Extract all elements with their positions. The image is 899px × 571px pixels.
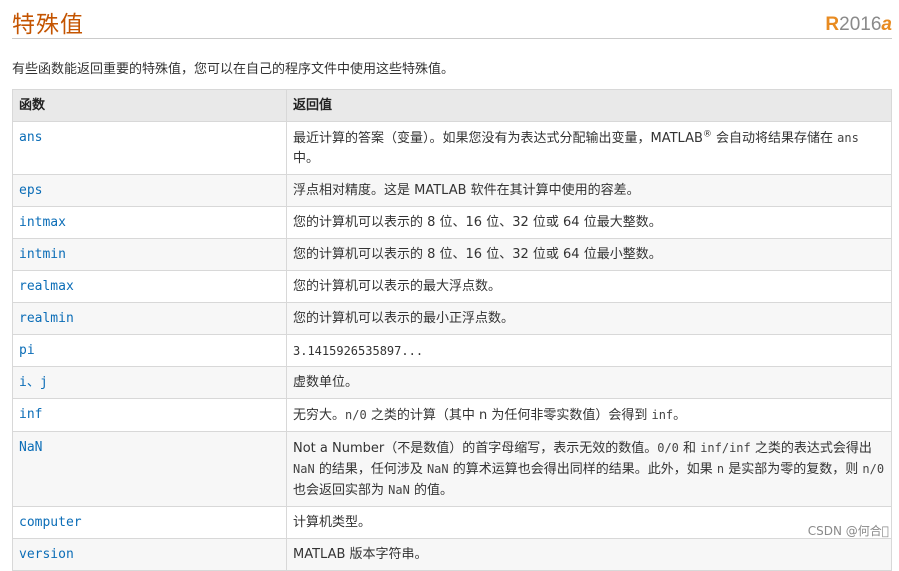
return-value: 最近计算的答案（变量）。如果您没有为表达式分配输出变量，MATLAB® 会自动将… — [286, 121, 892, 175]
return-value: 您的计算机可以表示的最小正浮点数。 — [286, 302, 892, 335]
table-row: computer 计算机类型。 — [12, 506, 892, 539]
return-value: Not a Number（不是数值）的首字母缩写，表示无效的数值。0/0 和 i… — [286, 431, 892, 507]
page-title: 特殊值 — [12, 12, 84, 38]
return-value: 虚数单位。 — [286, 366, 892, 399]
return-value: 您的计算机可以表示的 8 位、16 位、32 位或 64 位最小整数。 — [286, 238, 892, 271]
page-header: 特殊值 R2016a — [12, 4, 892, 39]
table-row: i、j 虚数单位。 — [12, 366, 892, 399]
release-year: 2016 — [839, 14, 882, 35]
column-header-return-value: 返回值 — [286, 89, 892, 122]
table-row: realmin 您的计算机可以表示的最小正浮点数。 — [12, 302, 892, 335]
table-row: pi 3.1415926535897... — [12, 334, 892, 367]
function-link[interactable]: computer — [12, 506, 287, 539]
function-link[interactable]: version — [12, 538, 287, 571]
return-value: 您的计算机可以表示的 8 位、16 位、32 位或 64 位最大整数。 — [286, 206, 892, 239]
table-header-row: 函数 返回值 — [12, 89, 892, 122]
watermark: CSDN @何合  — [807, 524, 889, 538]
function-link[interactable]: intmin — [12, 238, 287, 271]
column-header-function: 函数 — [12, 89, 287, 122]
release-prefix: R — [825, 14, 840, 35]
return-value: 浮点相对精度。这是 MATLAB 软件在其计算中使用的容差。 — [286, 174, 892, 207]
table-body: ans 最近计算的答案（变量）。如果您没有为表达式分配输出变量，MATLAB® … — [12, 121, 892, 571]
return-value: MATLAB 版本字符串。 — [286, 538, 892, 571]
function-link[interactable]: i、j — [12, 366, 287, 399]
return-value: 3.1415926535897... — [286, 334, 892, 367]
table-row: eps 浮点相对精度。这是 MATLAB 软件在其计算中使用的容差。 — [12, 174, 892, 207]
table-row: intmax 您的计算机可以表示的 8 位、16 位、32 位或 64 位最大整… — [12, 206, 892, 239]
function-link[interactable]: inf — [12, 398, 287, 432]
function-link[interactable]: ans — [12, 121, 287, 175]
release-badge: R2016a — [825, 14, 892, 36]
intro-text: 有些函数能返回重要的特殊值，您可以在自己的程序文件中使用这些特殊值。 — [12, 62, 455, 77]
return-value: 无穷大。n/0 之类的计算（其中 n 为任何非零实数值）会得到 inf。 — [286, 398, 892, 432]
return-value: 计算机类型。 — [286, 506, 892, 539]
table-row: ans 最近计算的答案（变量）。如果您没有为表达式分配输出变量，MATLAB® … — [12, 121, 892, 175]
table-row: version MATLAB 版本字符串。 — [12, 538, 892, 571]
table-row: intmin 您的计算机可以表示的 8 位、16 位、32 位或 64 位最小整… — [12, 238, 892, 271]
table-row: inf 无穷大。n/0 之类的计算（其中 n 为任何非零实数值）会得到 inf。 — [12, 398, 892, 432]
function-link[interactable]: pi — [12, 334, 287, 367]
table-row: realmax 您的计算机可以表示的最大浮点数。 — [12, 270, 892, 303]
release-suffix: a — [881, 14, 892, 35]
function-link[interactable]: realmax — [12, 270, 287, 303]
function-link[interactable]: eps — [12, 174, 287, 207]
table-row: NaN Not a Number（不是数值）的首字母缩写，表示无效的数值。0/0… — [12, 431, 892, 507]
function-link[interactable]: realmin — [12, 302, 287, 335]
function-link[interactable]: intmax — [12, 206, 287, 239]
return-value: 您的计算机可以表示的最大浮点数。 — [286, 270, 892, 303]
function-link[interactable]: NaN — [12, 431, 287, 507]
special-values-table: 函数 返回值 ans 最近计算的答案（变量）。如果您没有为表达式分配输出变量，M… — [12, 89, 892, 571]
